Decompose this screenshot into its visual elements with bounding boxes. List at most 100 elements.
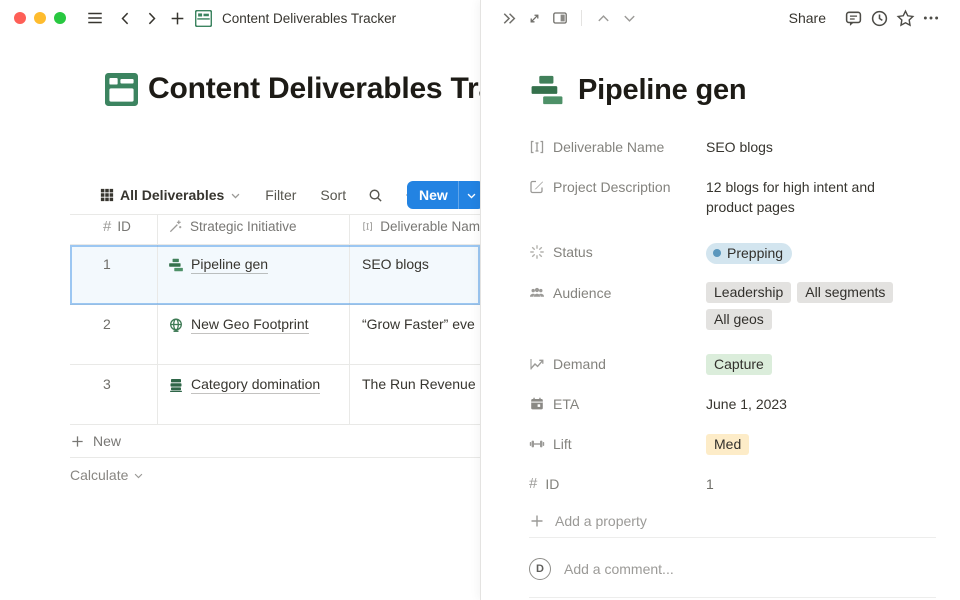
property-label[interactable]: Demand [529, 353, 706, 375]
property-row-demand: Demand Capture [529, 353, 938, 375]
cell-id[interactable]: 3 [70, 365, 158, 424]
calculate-button[interactable]: Calculate [70, 458, 480, 492]
sidebar-toggle-icon[interactable] [82, 5, 108, 31]
cell-id[interactable]: 1 [70, 245, 158, 304]
property-label[interactable]: Lift [529, 433, 706, 455]
updates-clock-icon[interactable] [866, 5, 892, 31]
add-new-row-button[interactable]: New [70, 425, 480, 458]
nav-back-button[interactable] [112, 5, 138, 31]
section-divider [529, 537, 936, 538]
property-row-audience: Audience Leadership All segments All geo… [529, 282, 938, 330]
side-peek-mode-icon[interactable] [547, 5, 573, 31]
calendar-icon [529, 396, 545, 412]
new-tab-button[interactable] [164, 5, 190, 31]
people-icon [529, 285, 545, 301]
table-row[interactable]: 3 Category domination The Run Revenue S [70, 365, 480, 425]
close-peek-icon[interactable] [495, 5, 521, 31]
cell-deliverable-name[interactable]: The Run Revenue S [350, 365, 480, 424]
property-row-project-description: Project Description 12 blogs for high in… [529, 176, 938, 217]
column-header-deliverable-name[interactable]: Deliverable Nam [350, 215, 480, 244]
page-link[interactable]: New Geo Footprint [191, 316, 309, 334]
comments-icon[interactable] [840, 5, 866, 31]
property-row-id: # ID 1 [529, 473, 938, 495]
next-record-icon[interactable] [616, 5, 642, 31]
cell-strategic-initiative[interactable]: Pipeline gen [158, 245, 350, 304]
tag-badge[interactable]: All geos [706, 309, 772, 330]
filter-button[interactable]: Filter [265, 187, 296, 203]
tag-badge[interactable]: Med [706, 434, 749, 455]
property-label[interactable]: Deliverable Name [529, 136, 706, 158]
minimize-window-button[interactable] [34, 12, 46, 24]
text-field-icon [362, 219, 373, 234]
table-row[interactable]: 2 New Geo Footprint “Grow Faster” eve [70, 305, 480, 365]
page-title[interactable]: Content Deliverables Tracker [148, 72, 480, 106]
comment-input[interactable]: Add a comment... [564, 561, 674, 577]
globe-icon [168, 317, 184, 333]
table-row[interactable]: 1 Pipeline gen SEO blogs [70, 245, 480, 305]
property-value[interactable]: 1 [706, 473, 938, 494]
window-controls [14, 12, 66, 24]
database-table: # ID Strategic Initiative Deliverable Na… [70, 214, 480, 492]
sort-button[interactable]: Sort [320, 187, 346, 203]
table-header-row: # ID Strategic Initiative Deliverable Na… [70, 214, 480, 245]
comment-input-row[interactable]: D Add a comment... [529, 558, 674, 580]
property-label[interactable]: Audience [529, 282, 706, 304]
stacked-drawers-icon [168, 377, 184, 393]
view-tab-all-deliverables[interactable]: All Deliverables [100, 187, 241, 203]
property-label[interactable]: Status [529, 241, 706, 263]
cell-id[interactable]: 2 [70, 305, 158, 364]
hash-icon: # [529, 476, 537, 491]
magic-wand-icon [168, 219, 183, 234]
close-window-button[interactable] [14, 12, 26, 24]
previous-record-icon[interactable] [590, 5, 616, 31]
edit-icon [529, 179, 545, 195]
new-record-button[interactable]: New [407, 181, 480, 209]
maximize-window-button[interactable] [54, 12, 66, 24]
property-value[interactable]: June 1, 2023 [706, 393, 938, 414]
open-full-page-icon[interactable] [521, 5, 547, 31]
hash-icon: # [103, 219, 111, 234]
section-divider [529, 597, 936, 598]
property-row-lift: Lift Med [529, 433, 938, 455]
breadcrumb[interactable]: Content Deliverables Tracker [222, 11, 396, 26]
cell-strategic-initiative[interactable]: New Geo Footprint [158, 305, 350, 364]
cell-strategic-initiative[interactable]: Category domination [158, 365, 350, 424]
toolbar-divider [581, 10, 582, 26]
property-row-status: Status Prepping [529, 241, 938, 264]
cell-deliverable-name[interactable]: “Grow Faster” eve [350, 305, 480, 364]
property-value[interactable]: 12 blogs for high intent and product pag… [706, 176, 896, 217]
bars-chart-icon [168, 257, 184, 273]
new-record-dropdown[interactable] [458, 181, 480, 209]
column-header-id[interactable]: # ID [70, 215, 158, 244]
record-title[interactable]: Pipeline gen [578, 74, 746, 107]
database-view-bar: All Deliverables Filter Sort New [100, 181, 480, 209]
property-row-eta: ETA June 1, 2023 [529, 393, 938, 415]
trend-chart-icon [529, 356, 545, 372]
nav-forward-button[interactable] [138, 5, 164, 31]
property-value[interactable]: SEO blogs [706, 136, 938, 157]
property-label[interactable]: # ID [529, 473, 706, 495]
dumbbell-icon [529, 436, 545, 452]
property-label[interactable]: Project Description [529, 176, 706, 198]
search-icon[interactable] [368, 188, 383, 203]
more-options-icon[interactable] [918, 5, 944, 31]
property-label[interactable]: ETA [529, 393, 706, 415]
add-property-button[interactable]: Add a property [529, 513, 938, 529]
chevron-down-icon [133, 470, 144, 481]
chevron-down-icon [466, 190, 477, 201]
favorite-star-icon[interactable] [892, 5, 918, 31]
chevron-down-icon [230, 190, 241, 201]
window-titlebar: Content Deliverables Tracker [0, 0, 480, 36]
property-list: Deliverable Name SEO blogs Project Descr… [529, 136, 938, 529]
cell-deliverable-name[interactable]: SEO blogs [350, 245, 480, 304]
tag-badge[interactable]: Leadership [706, 282, 791, 303]
tag-badge[interactable]: All segments [797, 282, 893, 303]
tag-badge[interactable]: Capture [706, 354, 772, 375]
page-table-icon [105, 73, 138, 106]
column-header-strategic-initiative[interactable]: Strategic Initiative [158, 215, 350, 244]
page-link[interactable]: Pipeline gen [191, 256, 268, 274]
status-badge[interactable]: Prepping [706, 243, 792, 264]
share-button[interactable]: Share [789, 10, 826, 26]
avatar: D [529, 558, 551, 580]
page-link[interactable]: Category domination [191, 376, 320, 394]
